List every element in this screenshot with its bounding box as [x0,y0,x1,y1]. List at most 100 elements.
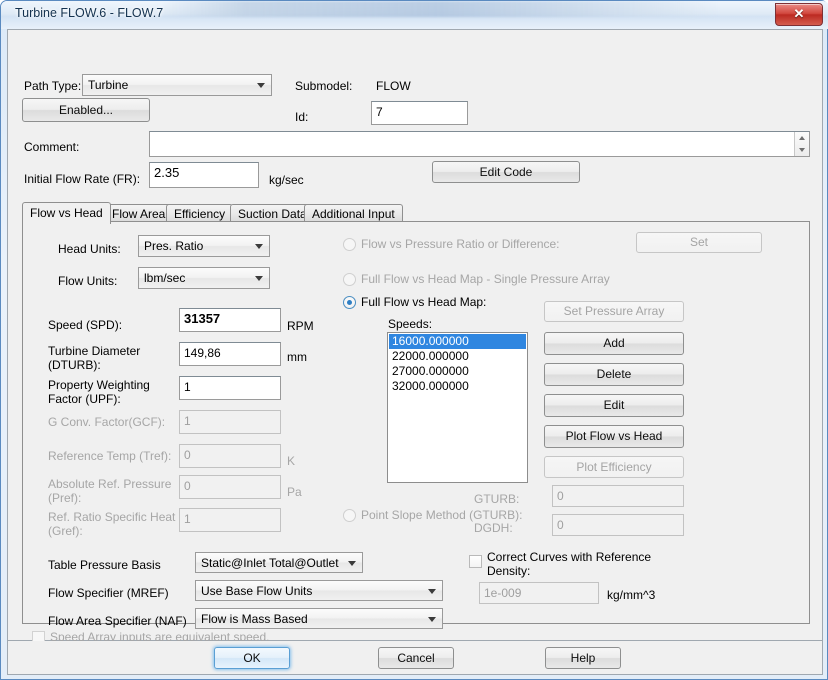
reference-density-units: kg/mm^3 [607,588,656,602]
speed-spd-label: Speed (SPD): [48,318,123,332]
radio-point-slope-method[interactable] [343,509,356,522]
ok-button[interactable]: OK [214,647,290,669]
flow-specifier-combo[interactable]: Use Base Flow Units [195,580,443,601]
set-button: Set [636,232,762,253]
flow-area-specifier-label: Flow Area Specifier (NAF) [48,614,187,628]
cancel-button[interactable]: Cancel [378,647,454,669]
spinner-down-icon [799,148,805,152]
flow-specifier-value: Use Base Flow Units [201,584,313,598]
id-label: Id: [295,110,309,124]
correct-curves-label: Correct Curves with Reference Density: [487,550,652,578]
ok-button-label: OK [243,651,261,665]
plot-efficiency-button: Plot Efficiency [544,456,684,478]
edit-button[interactable]: Edit [544,394,684,417]
initial-flow-rate-label: Initial Flow Rate (FR): [24,172,141,186]
list-item[interactable]: 22000.000000 [389,349,526,364]
flow-area-specifier-value: Flow is Mass Based [201,612,308,626]
radio-flow-vs-pressure-label: Flow vs Pressure Ratio or Difference: [361,237,560,251]
submodel-label: Submodel: [295,79,353,93]
plot-flow-vs-head-button-label: Plot Flow vs Head [565,429,663,443]
initial-flow-rate-field[interactable]: 2.35 [149,162,259,188]
initial-flow-rate-units: kg/sec [269,173,304,187]
reference-temp-label: Reference Temp (Tref): [48,449,172,463]
add-button[interactable]: Add [544,332,684,355]
head-units-value: Pres. Ratio [144,239,204,253]
chevron-down-icon [428,616,436,622]
correct-curves-checkbox[interactable] [469,555,482,568]
close-icon: ✕ [793,6,805,21]
radio-single-pressure-array-label: Full Flow vs Head Map - Single Pressure … [361,272,610,286]
turbine-diameter-field[interactable]: 149,86 [179,342,281,366]
flow-specifier-label: Flow Specifier (MREF) [48,586,169,600]
absolute-ref-pressure-label: Absolute Ref. Pressure (Pref): [48,477,172,505]
comment-field[interactable] [149,131,810,157]
delete-button[interactable]: Delete [544,363,684,386]
chevron-down-icon [257,83,265,88]
set-button-label: Set [689,235,708,249]
path-type-label: Path Type: [24,79,82,93]
submodel-value: FLOW [376,79,411,93]
table-pressure-basis-value: Static@Inlet Total@Outlet [201,556,339,570]
plot-flow-vs-head-button[interactable]: Plot Flow vs Head [544,425,684,448]
path-type-value: Turbine [88,78,129,92]
dgdh-field: 0 [552,514,684,536]
gturb-label: GTURB: [474,492,520,506]
edit-code-button-label: Edit Code [479,165,533,179]
path-type-combo[interactable]: Turbine [82,74,272,96]
close-button[interactable]: ✕ [775,3,823,26]
add-button-label: Add [603,336,625,350]
property-weighting-factor-field[interactable]: 1 [179,376,281,400]
table-pressure-basis-combo[interactable]: Static@Inlet Total@Outlet [195,552,363,573]
id-field[interactable]: 7 [371,101,468,125]
absolute-ref-pressure-units: Pa [287,485,302,499]
title-bar: Turbine FLOW.6 - FLOW.7 ✕ [1,1,828,29]
list-item[interactable]: 16000.000000 [389,334,526,349]
list-item[interactable]: 32000.000000 [389,379,526,394]
flow-vs-head-panel: Head Units: Pres. Ratio Flow Units: lbm/… [22,221,810,629]
dialog-window: Turbine FLOW.6 - FLOW.7 ✕ Path Type: Tur… [0,0,828,680]
edit-code-button[interactable]: Edit Code [432,161,580,183]
flow-units-value: lbm/sec [144,271,186,285]
reference-temp-field: 0 [179,444,281,468]
head-units-combo[interactable]: Pres. Ratio [138,235,270,257]
help-button-label: Help [570,651,596,665]
head-units-label: Head Units: [58,242,121,256]
enabled-button[interactable]: Enabled... [22,98,150,122]
ref-ratio-specific-heat-label: Ref. Ratio Specific Heat (Gref): [48,510,176,538]
chevron-down-icon [348,560,356,566]
radio-flow-vs-pressure[interactable] [343,238,356,251]
flow-area-specifier-combo[interactable]: Flow is Mass Based [195,608,443,629]
gturb-field: 0 [552,485,684,507]
absolute-ref-pressure-field: 0 [179,475,281,499]
g-conv-factor-field: 1 [179,410,281,434]
speeds-listbox[interactable]: 16000.000000 22000.000000 27000.000000 3… [387,332,528,483]
chevron-down-icon [255,244,263,249]
title-bar-glass-highlight [161,1,721,17]
reference-temp-units: K [287,454,296,468]
tab-flow-vs-head[interactable]: Flow vs Head [22,202,111,224]
radio-full-flow-vs-head-map[interactable] [343,296,356,309]
tab-strip: Flow vs Head Flow Area Efficiency Suctio… [22,202,810,224]
set-pressure-array-button: Set Pressure Array [544,301,684,322]
speeds-label: Speeds: [388,317,433,331]
cancel-button-label: Cancel [397,651,435,665]
speed-spd-field[interactable]: 31357 [179,308,281,332]
edit-button-label: Edit [603,398,625,412]
radio-single-pressure-array[interactable] [343,273,356,286]
list-item[interactable]: 27000.000000 [389,364,526,379]
radio-point-slope-method-label: Point Slope Method (GTURB): [361,508,523,522]
chevron-down-icon [428,588,436,594]
flow-units-combo[interactable]: lbm/sec [138,267,270,289]
ref-ratio-specific-heat-field: 1 [179,508,281,532]
speed-spd-units: RPM [287,319,314,333]
comment-spinner[interactable] [794,132,809,156]
delete-button-label: Delete [596,367,632,381]
turbine-diameter-units: mm [287,350,307,364]
window-title: Turbine FLOW.6 - FLOW.7 [15,6,164,20]
set-pressure-array-button-label: Set Pressure Array [563,304,665,318]
chevron-down-icon [255,276,263,281]
table-pressure-basis-label: Table Pressure Basis [48,558,161,572]
comment-label: Comment: [24,140,80,154]
enabled-button-label: Enabled... [58,103,114,117]
help-button[interactable]: Help [545,647,621,669]
